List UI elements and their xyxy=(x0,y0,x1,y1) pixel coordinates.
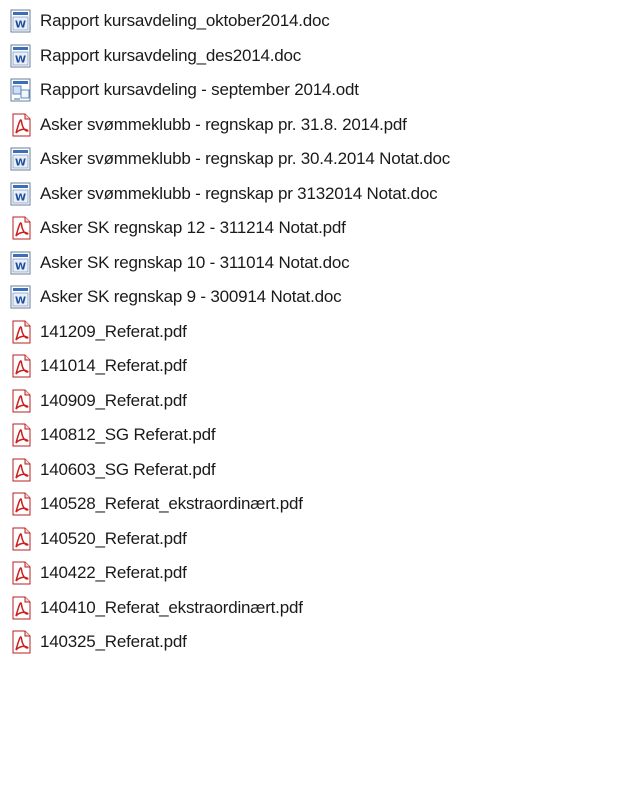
pdf-icon xyxy=(8,215,34,241)
list-item[interactable]: 140909_Referat.pdf xyxy=(8,384,638,419)
list-item[interactable]: W Rapport kursavdeling_des2014.doc xyxy=(8,39,638,74)
list-item[interactable]: 140603_SG Referat.pdf xyxy=(8,453,638,488)
list-item[interactable]: 140325_Referat.pdf xyxy=(8,625,638,660)
file-name: 140520_Referat.pdf xyxy=(40,528,187,548)
list-item[interactable]: 140528_Referat_ekstraordinært.pdf xyxy=(8,487,638,522)
list-item[interactable]: W Asker SK regnskap 10 - 311014 Notat.do… xyxy=(8,246,638,281)
list-item[interactable]: Asker svømmeklubb - regnskap pr. 31.8. 2… xyxy=(8,108,638,143)
file-name: Asker SK regnskap 9 - 300914 Notat.doc xyxy=(40,287,342,307)
pdf-icon xyxy=(8,629,34,655)
file-name: Asker SK regnskap 12 - 311214 Notat.pdf xyxy=(40,218,346,238)
pdf-icon xyxy=(8,491,34,517)
file-name: Rapport kursavdeling_des2014.doc xyxy=(40,45,302,65)
pdf-icon xyxy=(8,388,34,414)
word-doc-icon: W xyxy=(8,43,34,69)
file-name: Rapport kursavdeling - september 2014.od… xyxy=(40,80,359,100)
pdf-icon xyxy=(8,526,34,552)
file-name: 140528_Referat_ekstraordinært.pdf xyxy=(40,494,303,514)
pdf-icon xyxy=(8,422,34,448)
pdf-icon xyxy=(8,560,34,586)
list-item[interactable]: 140520_Referat.pdf xyxy=(8,522,638,557)
list-item[interactable]: W Asker svømmeklubb - regnskap pr 313201… xyxy=(8,177,638,212)
file-name: 140325_Referat.pdf xyxy=(40,632,187,652)
word-doc-icon: W xyxy=(8,250,34,276)
file-name: 140422_Referat.pdf xyxy=(40,563,187,583)
svg-text:W: W xyxy=(15,192,26,203)
word-doc-icon: W xyxy=(8,181,34,207)
list-item[interactable]: W Rapport kursavdeling_oktober2014.doc xyxy=(8,4,638,39)
file-name: 140410_Referat_ekstraordinært.pdf xyxy=(40,597,303,617)
file-name: Rapport kursavdeling_oktober2014.doc xyxy=(40,11,330,31)
list-item[interactable]: W Asker svømmeklubb - regnskap pr. 30.4.… xyxy=(8,142,638,177)
file-name: 140812_SG Referat.pdf xyxy=(40,425,216,445)
word-doc-icon: W xyxy=(8,8,34,34)
file-name: 140603_SG Referat.pdf xyxy=(40,459,216,479)
word-doc-icon: W xyxy=(8,284,34,310)
list-item[interactable]: Rapport kursavdeling - september 2014.od… xyxy=(8,73,638,108)
file-name: Asker svømmeklubb - regnskap pr. 30.4.20… xyxy=(40,149,451,169)
list-item[interactable]: 140410_Referat_ekstraordinært.pdf xyxy=(8,591,638,626)
svg-text:W: W xyxy=(15,20,26,31)
svg-text:W: W xyxy=(15,54,26,65)
svg-text:W: W xyxy=(15,158,26,169)
file-name: Asker svømmeklubb - regnskap pr. 31.8. 2… xyxy=(40,114,407,134)
pdf-icon xyxy=(8,112,34,138)
list-item[interactable]: 140812_SG Referat.pdf xyxy=(8,418,638,453)
file-list: W Rapport kursavdeling_oktober2014.doc W… xyxy=(8,4,638,660)
pdf-icon xyxy=(8,457,34,483)
svg-text:W: W xyxy=(15,261,26,272)
list-item[interactable]: 141209_Referat.pdf xyxy=(8,315,638,350)
odt-doc-icon xyxy=(8,77,34,103)
word-doc-icon: W xyxy=(8,146,34,172)
pdf-icon xyxy=(8,319,34,345)
list-item[interactable]: 141014_Referat.pdf xyxy=(8,349,638,384)
svg-text:W: W xyxy=(15,296,26,307)
file-name: 141209_Referat.pdf xyxy=(40,321,187,341)
list-item[interactable]: W Asker SK regnskap 9 - 300914 Notat.doc xyxy=(8,280,638,315)
pdf-icon xyxy=(8,595,34,621)
list-item[interactable]: Asker SK regnskap 12 - 311214 Notat.pdf xyxy=(8,211,638,246)
list-item[interactable]: 140422_Referat.pdf xyxy=(8,556,638,591)
pdf-icon xyxy=(8,353,34,379)
file-name: Asker svømmeklubb - regnskap pr 3132014 … xyxy=(40,183,438,203)
file-name: Asker SK regnskap 10 - 311014 Notat.doc xyxy=(40,252,350,272)
file-name: 140909_Referat.pdf xyxy=(40,390,187,410)
file-name: 141014_Referat.pdf xyxy=(40,356,187,376)
